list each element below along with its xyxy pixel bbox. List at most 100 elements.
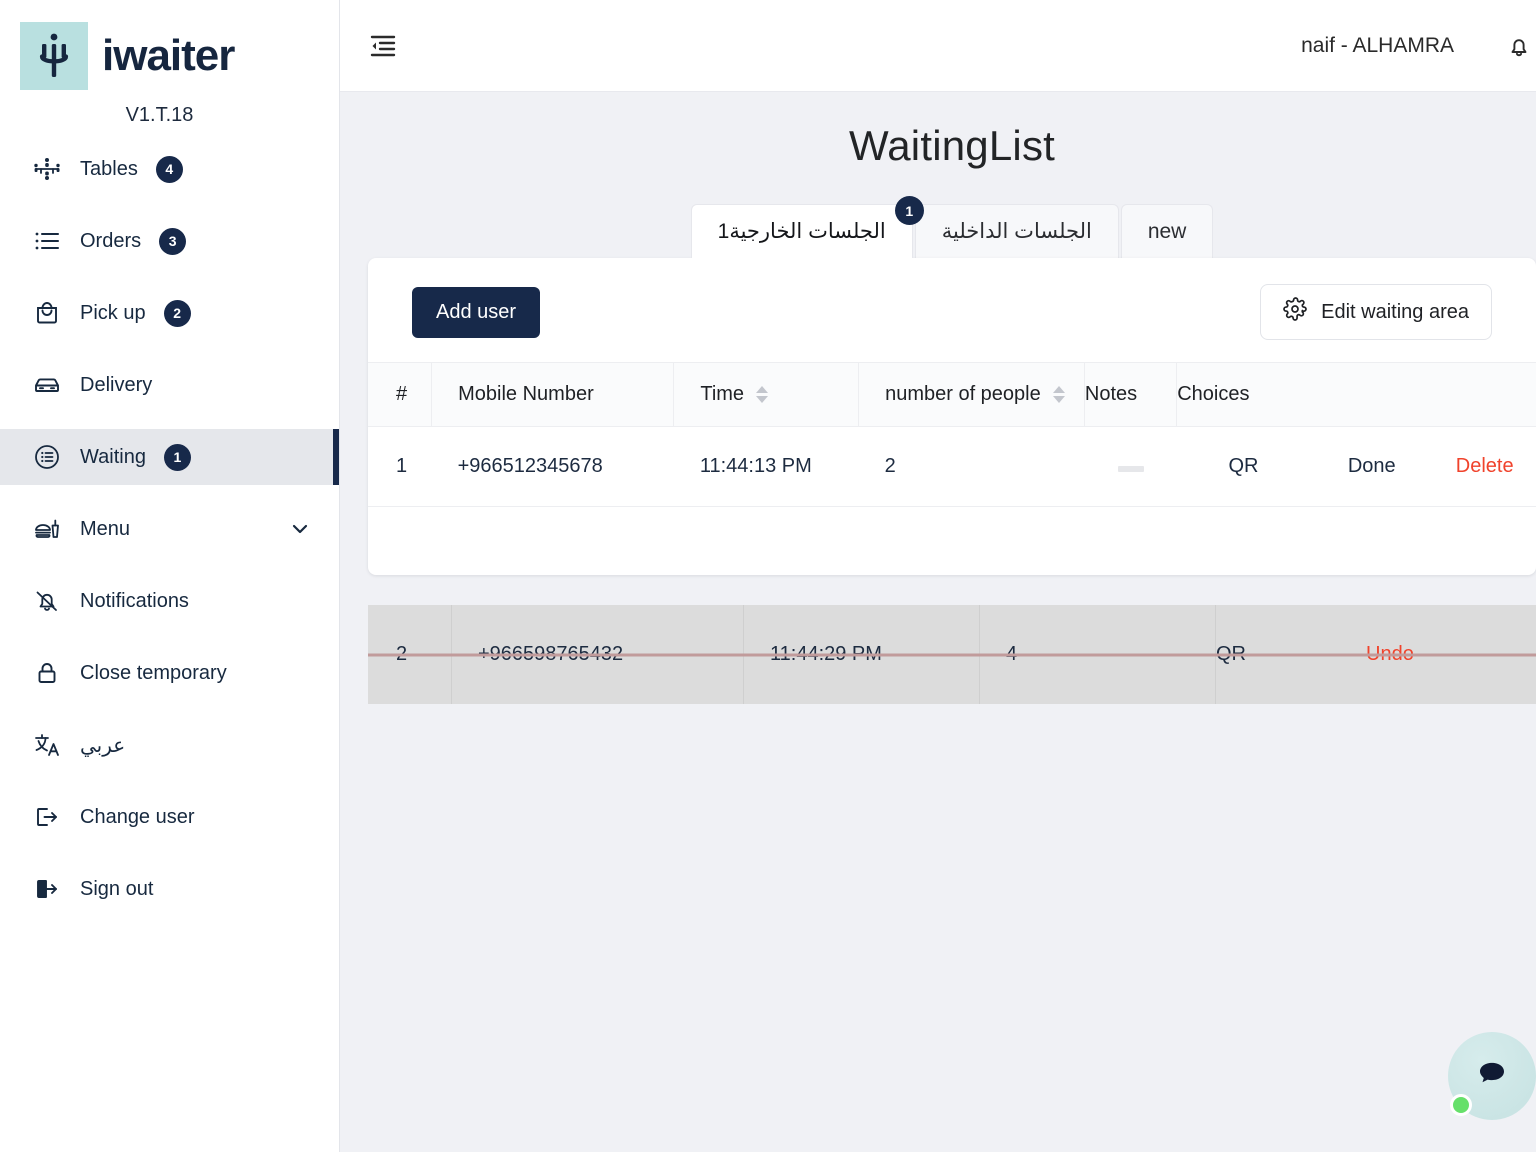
waiting-list-card: Add user Edit waiting area # Mobile Numb… bbox=[368, 258, 1536, 575]
sidebar-badge: 4 bbox=[155, 155, 183, 183]
waiting-area-tabs: الجلسات الخارجية1 1 الجلسات الداخلية new bbox=[340, 196, 1536, 258]
sidebar-item-label: Delivery bbox=[80, 373, 153, 396]
burger-drink-icon bbox=[30, 512, 64, 546]
completed-cell-time: 11:44:29 PM bbox=[744, 605, 980, 704]
col-header-mobile: Mobile Number bbox=[431, 362, 674, 427]
cell-choice-qr[interactable]: QR bbox=[1176, 426, 1311, 507]
sidebar-badge: 3 bbox=[159, 227, 187, 255]
card-toolbar: Add user Edit waiting area bbox=[368, 258, 1536, 362]
table-row: 1 +966512345678 11:44:13 PM 2 QR Done De… bbox=[368, 426, 1536, 507]
main-area: naif - ALHAMRA WaitingList الجلسات الخار… bbox=[340, 0, 1536, 1152]
car-icon bbox=[30, 368, 64, 402]
table-body: 1 +966512345678 11:44:13 PM 2 QR Done De… bbox=[368, 426, 1536, 507]
table-header-row: # Mobile Number Time number of people No… bbox=[368, 362, 1536, 427]
current-user-label: naif - ALHAMRA bbox=[1301, 33, 1454, 57]
tab-new[interactable]: new bbox=[1120, 204, 1214, 258]
col-label: # bbox=[396, 383, 408, 405]
waiting-circle-list-icon bbox=[30, 440, 64, 474]
iwaiter-logo-mark bbox=[20, 22, 88, 90]
sidebar-item-label: Close temporary bbox=[80, 661, 227, 684]
online-status-dot bbox=[1450, 1094, 1472, 1116]
sidebar: iwaiter V1.T.18 Tables 4 Orders 3 Pick u… bbox=[0, 0, 340, 1152]
completed-cell-people: 4 bbox=[980, 605, 1216, 704]
topbar: naif - ALHAMRA bbox=[340, 0, 1536, 92]
col-header-notes: Notes bbox=[1083, 362, 1177, 427]
completed-cell-choice-qr[interactable]: QR bbox=[1216, 605, 1366, 704]
sidebar-item-pickup[interactable]: Pick up 2 bbox=[0, 285, 339, 341]
lock-icon bbox=[30, 656, 64, 690]
translate-icon bbox=[30, 728, 64, 762]
sidebar-badge: 1 bbox=[163, 443, 191, 471]
col-label: Choices bbox=[1177, 383, 1250, 405]
completed-row: 2 +966598765432 11:44:29 PM 4 QR Undo bbox=[368, 605, 1536, 704]
sidebar-item-label: Change user bbox=[80, 805, 195, 828]
cell-index: 1 bbox=[368, 426, 432, 507]
tab-label: الجلسات الخارجية1 bbox=[717, 220, 886, 243]
table-head: # Mobile Number Time number of people No… bbox=[368, 362, 1536, 427]
signout-icon bbox=[30, 872, 64, 906]
chat-bubble-icon bbox=[1471, 1053, 1513, 1100]
col-header-done-action bbox=[1310, 362, 1434, 427]
tables-icon bbox=[30, 152, 64, 186]
logout-arrow-icon bbox=[30, 800, 64, 834]
sidebar-item-orders[interactable]: Orders 3 bbox=[0, 213, 339, 269]
bell-icon[interactable] bbox=[1500, 27, 1536, 65]
sidebar-item-label: Waiting bbox=[80, 445, 146, 468]
tab-external-sessions[interactable]: الجلسات الخارجية1 1 bbox=[690, 196, 924, 258]
tab-badge: 1 bbox=[894, 196, 924, 225]
tab-label: الجلسات الداخلية bbox=[941, 220, 1092, 243]
empty-note-dash bbox=[1117, 466, 1144, 472]
page-content: WaitingList الجلسات الخارجية1 1 الجلسات … bbox=[340, 92, 1536, 1152]
tab-internal-sessions[interactable]: الجلسات الداخلية bbox=[914, 204, 1119, 258]
sort-time-icon[interactable] bbox=[756, 386, 769, 403]
sidebar-item-label: Tables bbox=[80, 157, 138, 180]
sidebar-item-change-user[interactable]: Change user bbox=[0, 789, 339, 845]
col-header-time[interactable]: Time bbox=[673, 362, 859, 427]
undo-button[interactable]: Undo bbox=[1366, 605, 1536, 704]
chat-widget-button[interactable] bbox=[1448, 1032, 1536, 1120]
sidebar-item-label: Notifications bbox=[80, 589, 189, 612]
orders-list-icon bbox=[30, 224, 64, 258]
sidebar-nav: Tables 4 Orders 3 Pick up 2 Delivery Wai… bbox=[0, 141, 339, 933]
done-button[interactable]: Done bbox=[1310, 426, 1434, 507]
sidebar-item-label: Sign out bbox=[80, 877, 154, 900]
col-header-people[interactable]: number of people bbox=[858, 362, 1085, 427]
page-title: WaitingList bbox=[848, 122, 1056, 169]
edit-waiting-area-label: Edit waiting area bbox=[1321, 300, 1469, 323]
sidebar-item-close-temporary[interactable]: Close temporary bbox=[0, 645, 339, 701]
sidebar-item-sign-out[interactable]: Sign out bbox=[0, 861, 339, 917]
waiting-list-table: # Mobile Number Time number of people No… bbox=[368, 362, 1536, 507]
delete-button[interactable]: Delete bbox=[1433, 426, 1536, 507]
sidebar-badge: 2 bbox=[163, 299, 191, 327]
bag-icon bbox=[30, 296, 64, 330]
sidebar-item-language[interactable]: عربي bbox=[0, 717, 339, 773]
app-root: iwaiter V1.T.18 Tables 4 Orders 3 Pick u… bbox=[0, 0, 1536, 1152]
done-label: Done bbox=[1347, 455, 1396, 477]
completed-cell-index: 2 bbox=[368, 605, 452, 704]
collapse-sidebar-icon[interactable] bbox=[366, 29, 400, 63]
sidebar-item-menu[interactable]: Menu bbox=[0, 501, 339, 557]
edit-waiting-area-button[interactable]: Edit waiting area bbox=[1260, 284, 1492, 340]
sidebar-item-tables[interactable]: Tables 4 bbox=[0, 141, 339, 197]
col-header-delete-action bbox=[1433, 362, 1536, 427]
cell-notes bbox=[1084, 426, 1177, 507]
cell-people: 2 bbox=[858, 426, 1085, 507]
sort-people-icon[interactable] bbox=[1052, 386, 1065, 403]
gear-icon bbox=[1283, 297, 1307, 327]
add-user-button[interactable]: Add user bbox=[412, 286, 541, 338]
tab-label: new bbox=[1147, 219, 1187, 243]
sidebar-item-delivery[interactable]: Delivery bbox=[0, 357, 339, 413]
col-header-choices: Choices bbox=[1176, 362, 1311, 427]
bell-off-icon bbox=[30, 584, 64, 618]
chevron-down-icon[interactable] bbox=[289, 518, 311, 540]
sidebar-item-notifications[interactable]: Notifications bbox=[0, 573, 339, 629]
app-version: V1.T.18 bbox=[125, 104, 194, 126]
sidebar-item-label: عربي bbox=[80, 734, 126, 757]
sidebar-item-label: Pick up bbox=[80, 301, 146, 324]
col-label: number of people bbox=[885, 383, 1041, 405]
sidebar-item-waiting[interactable]: Waiting 1 bbox=[0, 429, 339, 485]
col-label: Time bbox=[700, 383, 745, 405]
col-header-index: # bbox=[368, 362, 432, 427]
cell-mobile: +966512345678 bbox=[431, 426, 674, 507]
brand-logo: iwaiter bbox=[0, 0, 339, 90]
